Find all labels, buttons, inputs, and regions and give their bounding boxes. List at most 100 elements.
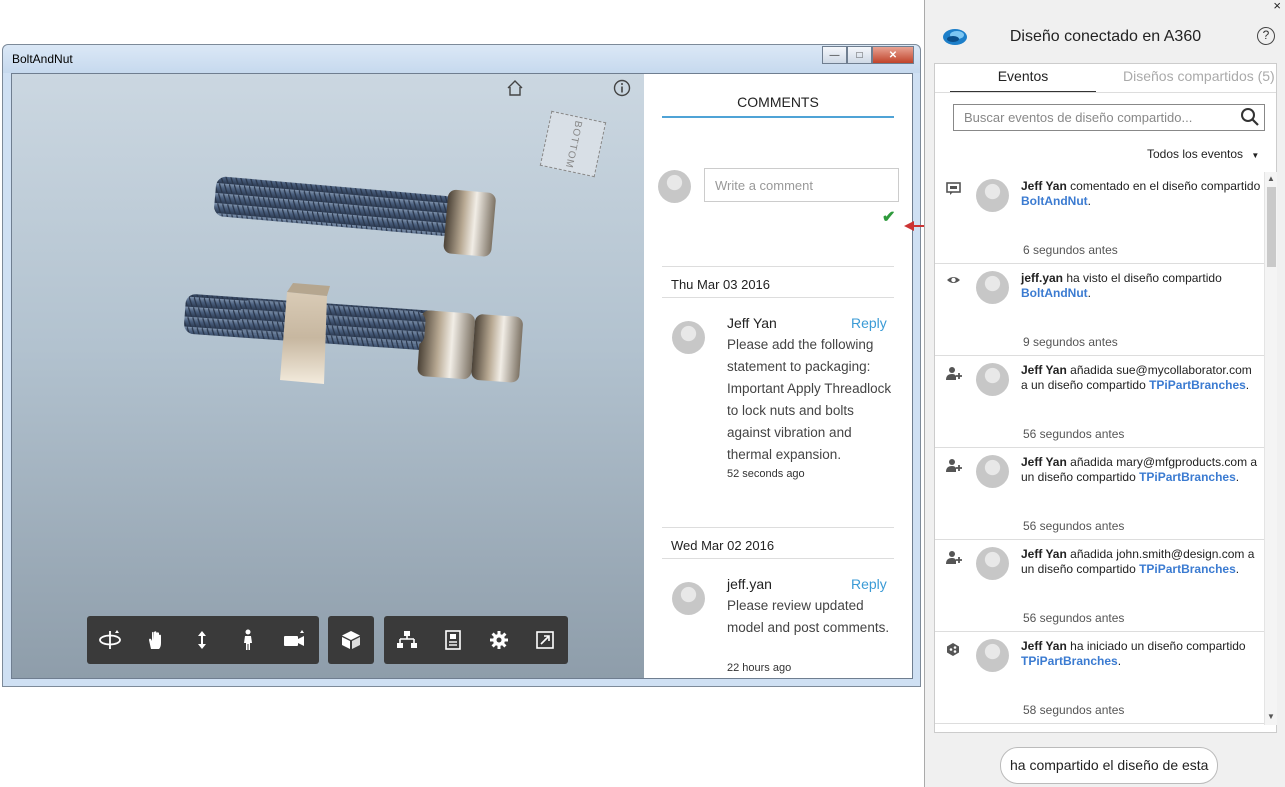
- avatar: [976, 547, 1009, 580]
- comment-text: Please review updated model and post com…: [727, 598, 890, 635]
- event-suffix: .: [1235, 562, 1240, 576]
- event-item[interactable]: Jeff Yan añadida mary@mfgproducts.com a …: [935, 448, 1264, 540]
- help-icon[interactable]: ?: [1257, 27, 1275, 45]
- design-link[interactable]: TPiPartBranches: [1149, 378, 1246, 392]
- event-time: 58 segundos antes: [1023, 703, 1125, 717]
- event-user: Jeff Yan: [1021, 547, 1067, 561]
- comments-panel: COMMENTS Write a comment ✔ Thu Mar 03 20…: [644, 74, 912, 678]
- add-user-icon: [946, 458, 962, 472]
- settings-icon[interactable]: [476, 616, 522, 664]
- viewer-body: BOTTOM COMMENTS Write a comment ✔ Thu Ma…: [11, 73, 913, 679]
- search-icon[interactable]: [1240, 107, 1260, 127]
- fullscreen-icon[interactable]: [522, 616, 568, 664]
- scroll-up-icon[interactable]: ▲: [1267, 174, 1275, 183]
- event-user: Jeff Yan: [1021, 179, 1067, 193]
- avatar: [976, 179, 1009, 212]
- close-button[interactable]: ✕: [872, 46, 914, 64]
- comment-input[interactable]: Write a comment: [704, 168, 899, 202]
- scroll-thumb[interactable]: [1267, 187, 1276, 267]
- orbit-icon[interactable]: [87, 616, 133, 664]
- comment-text: Please add the following statement to pa…: [727, 337, 892, 462]
- event-item[interactable]: Jeff Yan comentado en el diseño comparti…: [935, 172, 1264, 264]
- event-item[interactable]: jeff.yan ha visto el diseño compartido B…: [935, 264, 1264, 356]
- add-user-icon: [946, 366, 962, 380]
- avatar: [976, 363, 1009, 396]
- panel-close-button[interactable]: ×: [1273, 0, 1281, 13]
- eye-icon: [946, 274, 962, 288]
- avatar: [658, 170, 691, 203]
- events-list: Jeff Yan comentado en el diseño comparti…: [935, 172, 1264, 724]
- event-suffix: .: [1235, 470, 1240, 484]
- event-time: 56 segundos antes: [1023, 427, 1125, 441]
- event-action: ha visto el diseño compartido: [1063, 271, 1222, 285]
- avatar: [672, 582, 705, 615]
- comment-time: 22 hours ago: [727, 662, 792, 674]
- notification-bubble[interactable]: ha compartido el diseño de esta: [1000, 747, 1219, 784]
- maximize-button[interactable]: □: [847, 46, 872, 64]
- event-user: Jeff Yan: [1021, 363, 1067, 377]
- chevron-down-icon: ▼: [1251, 151, 1260, 160]
- design-link[interactable]: BoltAndNut: [1021, 194, 1088, 208]
- panel-title: Diseño conectado en A360: [1009, 28, 1202, 45]
- events-container: Eventos Diseños compartidos (5) Buscar e…: [934, 63, 1277, 733]
- window-title: BoltAndNut: [12, 52, 73, 66]
- comment-time: 52 seconds ago: [727, 468, 805, 480]
- events-filter-dropdown[interactable]: Todos los eventos ▼: [1147, 147, 1259, 161]
- add-user-icon: [946, 550, 962, 564]
- events-scrollbar[interactable]: ▲ ▼: [1264, 172, 1277, 725]
- properties-icon[interactable]: [430, 616, 476, 664]
- a360-panel: × Diseño conectado en A360 ? Eventos Dis…: [924, 0, 1285, 787]
- view-toolbar: [328, 616, 374, 664]
- tools-toolbar: [384, 616, 568, 664]
- tab-shared-designs[interactable]: Diseños compartidos (5): [1123, 68, 1275, 91]
- avatar: [976, 271, 1009, 304]
- design-link[interactable]: TPiPartBranches: [1139, 562, 1236, 576]
- submit-check-icon[interactable]: ✔: [882, 207, 895, 227]
- event-item[interactable]: Jeff Yan añadida sue@mycollaborator.com …: [935, 356, 1264, 448]
- viewer-window: BoltAndNut — □ ✕ BOTTOM COMMENTS Write a…: [2, 44, 921, 687]
- minimize-button[interactable]: —: [822, 46, 847, 64]
- window-titlebar[interactable]: BoltAndNut — □ ✕: [3, 45, 920, 73]
- tabs-divider: [935, 92, 1276, 93]
- design-link[interactable]: TPiPartBranches: [1139, 470, 1236, 484]
- pan-icon[interactable]: [133, 616, 179, 664]
- event-time: 6 segundos antes: [1023, 243, 1118, 257]
- reply-link[interactable]: Reply: [851, 315, 887, 331]
- annotation-arrow-head: [904, 221, 914, 231]
- event-suffix: .: [1087, 286, 1091, 300]
- event-suffix: .: [1245, 378, 1250, 392]
- filter-label: Todos los eventos: [1147, 147, 1244, 161]
- event-text: Jeff Yan añadida john.smith@design.com a…: [1021, 547, 1261, 577]
- event-suffix: .: [1117, 654, 1122, 668]
- scroll-down-icon[interactable]: ▼: [1267, 712, 1275, 721]
- thread-date: Wed Mar 02 2016: [662, 527, 894, 559]
- tab-events[interactable]: Eventos: [950, 68, 1096, 93]
- event-action: ha iniciado un diseño compartido: [1066, 639, 1246, 653]
- navigation-toolbar: [87, 616, 319, 664]
- comment-icon: [946, 182, 962, 196]
- event-item[interactable]: Jeff Yan ha iniciado un diseño compartid…: [935, 632, 1264, 724]
- reply-link[interactable]: Reply: [851, 576, 887, 592]
- event-text: jeff.yan ha visto el diseño compartido B…: [1021, 271, 1261, 301]
- comments-heading: COMMENTS: [662, 94, 894, 118]
- event-item[interactable]: Jeff Yan añadida john.smith@design.com a…: [935, 540, 1264, 632]
- share-icon: [946, 642, 962, 656]
- design-link[interactable]: TPiPartBranches: [1021, 654, 1118, 668]
- design-link[interactable]: BoltAndNut: [1021, 286, 1088, 300]
- event-time: 56 segundos antes: [1023, 611, 1125, 625]
- event-time: 9 segundos antes: [1023, 335, 1118, 349]
- 3d-viewport[interactable]: BOTTOM: [12, 74, 644, 678]
- search-input[interactable]: Buscar eventos de diseño compartido...: [953, 104, 1265, 131]
- walk-icon[interactable]: [225, 616, 271, 664]
- event-suffix: .: [1087, 194, 1091, 208]
- avatar: [672, 321, 705, 354]
- event-text: Jeff Yan añadida mary@mfgproducts.com a …: [1021, 455, 1261, 485]
- camera-icon[interactable]: [271, 616, 317, 664]
- zoom-icon[interactable]: [179, 616, 225, 664]
- bolt-and-nut-model[interactable]: [12, 74, 644, 614]
- view-cube-icon[interactable]: [328, 616, 374, 664]
- event-text: Jeff Yan añadida sue@mycollaborator.com …: [1021, 363, 1261, 393]
- structure-icon[interactable]: [384, 616, 430, 664]
- comment-author: jeff.yan: [727, 576, 772, 592]
- event-user: jeff.yan: [1021, 271, 1064, 285]
